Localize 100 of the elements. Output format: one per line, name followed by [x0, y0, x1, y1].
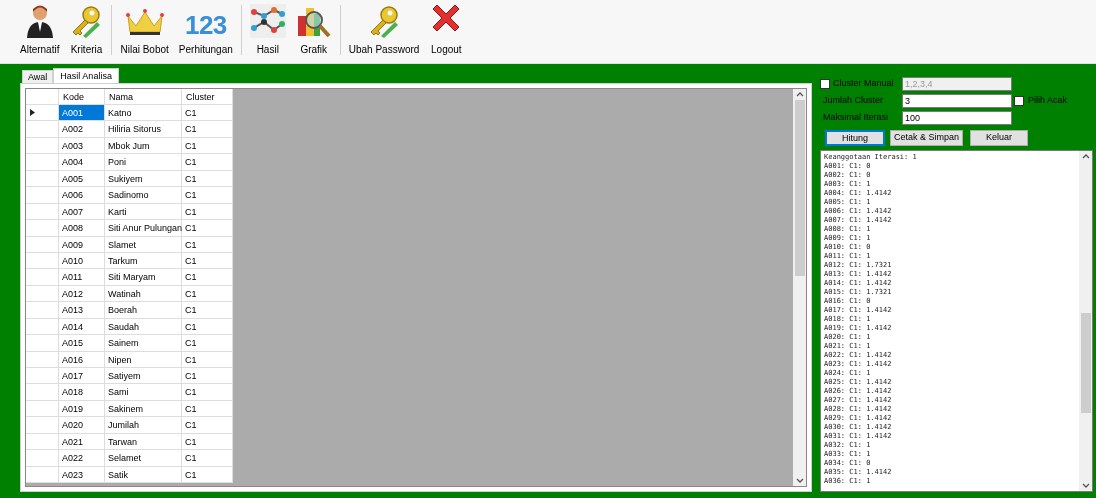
table-cell: C1	[182, 400, 233, 417]
checkbox[interactable]	[1014, 96, 1024, 106]
table-cell: Satiyem	[105, 368, 182, 384]
table-cell: Siti Anur Pulungan	[105, 220, 182, 236]
input-field[interactable]: 3	[902, 94, 1012, 108]
scrollbar[interactable]	[793, 89, 806, 486]
button[interactable]: Hitung	[825, 130, 885, 146]
network-graph-icon	[249, 4, 286, 38]
table-cell: C1	[182, 121, 233, 137]
toolbar-button[interactable]: Hasil	[247, 2, 288, 57]
scrollbar[interactable]	[1079, 151, 1092, 491]
scrollbar-thumb[interactable]	[794, 100, 805, 276]
field-label: Jumlah Cluster	[822, 94, 885, 108]
button[interactable]: Keluar	[970, 130, 1028, 146]
table-cell: A017	[59, 368, 105, 384]
table-cell: A021	[59, 433, 105, 450]
tab[interactable]: Hasil Analisa	[53, 68, 119, 83]
table-cell: Karti	[105, 203, 182, 220]
toolbar-button[interactable]: 123 Perhitungan	[176, 2, 235, 57]
table-cell: Boerah	[105, 302, 182, 318]
toolbar-button[interactable]: Grafik	[293, 2, 334, 57]
table-cell: C1	[182, 269, 233, 285]
table-cell: C1	[182, 318, 233, 335]
output-text-area[interactable]	[820, 150, 1093, 492]
table-cell: A003	[59, 137, 105, 154]
table-cell: A019	[59, 400, 105, 417]
toolbar-button[interactable]: Logout	[427, 0, 466, 57]
person-icon	[24, 4, 55, 38]
table-cell: Hiliria Sitorus	[105, 121, 182, 137]
scrollbar-thumb[interactable]	[1080, 313, 1091, 413]
table-cell: C1	[182, 384, 233, 400]
tab[interactable]: Awal	[22, 70, 54, 83]
table-cell: A010	[59, 252, 105, 269]
table-cell: C1	[182, 170, 233, 187]
table-cell: C1	[182, 285, 233, 302]
table-cell: A008	[59, 220, 105, 236]
table-cell: Tarwan	[105, 433, 182, 450]
toolbar-button[interactable]: Alternatif	[18, 2, 62, 57]
toolbar-button[interactable]: Kriteria	[67, 2, 106, 57]
table-cell: A009	[59, 236, 105, 252]
column-header[interactable]: Kode	[59, 89, 105, 104]
table-cell: A014	[59, 318, 105, 335]
table-cell: A022	[59, 450, 105, 466]
table-cell: Satik	[105, 466, 182, 483]
scroll-up-icon[interactable]	[1081, 154, 1090, 159]
table-cell: C1	[182, 187, 233, 203]
table-cell: C1	[182, 466, 233, 483]
numbers-icon: 123	[185, 12, 227, 38]
table-cell: A018	[59, 384, 105, 400]
table-cell: Sami	[105, 384, 182, 400]
table-cell: C1	[182, 417, 233, 433]
table-cell: Watinah	[105, 285, 182, 302]
table-cell: Sakinem	[105, 400, 182, 417]
table-cell: C1	[182, 137, 233, 154]
table-cell: A006	[59, 187, 105, 203]
table-cell: A001	[59, 105, 105, 121]
table-cell: A016	[59, 351, 105, 367]
crown-icon	[124, 8, 165, 38]
table-cell: Katno	[105, 105, 182, 121]
column-header[interactable]: Cluster	[182, 89, 233, 104]
table-cell: C1	[182, 236, 233, 252]
button[interactable]: Cetak & Simpan	[890, 130, 963, 146]
table-cell: A011	[59, 269, 105, 285]
scroll-down-icon[interactable]	[795, 478, 804, 483]
checkbox-label: Pilih Acak	[1028, 94, 1068, 108]
table-cell: Selamet	[105, 450, 182, 466]
table-cell: Saudah	[105, 318, 182, 335]
table-cell: A005	[59, 170, 105, 187]
table-cell: C1	[182, 368, 233, 384]
table-cell: A023	[59, 466, 105, 483]
table-cell: Mbok Jum	[105, 137, 182, 154]
scroll-up-icon[interactable]	[795, 92, 804, 97]
table-cell: Poni	[105, 154, 182, 170]
table-cell: A004	[59, 154, 105, 170]
row-pointer-icon	[30, 109, 35, 117]
table-cell: A012	[59, 285, 105, 302]
scroll-down-icon[interactable]	[1081, 483, 1090, 488]
input-field[interactable]: 100	[902, 111, 1012, 125]
field-label: Maksimal Iterasi	[822, 111, 889, 125]
table-cell: Sadinomo	[105, 187, 182, 203]
table-cell: C1	[182, 433, 233, 450]
table-cell: Jumilah	[105, 417, 182, 433]
column-header[interactable]: Nama	[105, 89, 182, 104]
table-cell: A020	[59, 417, 105, 433]
table-cell: C1	[182, 302, 233, 318]
table-cell: C1	[182, 154, 233, 170]
table-cell: A015	[59, 335, 105, 351]
table-cell: A002	[59, 121, 105, 137]
table-cell: C1	[182, 252, 233, 269]
table-cell: C1	[182, 203, 233, 220]
toolbar-button[interactable]: Ubah Password	[346, 2, 422, 57]
table-cell: C1	[182, 351, 233, 367]
table-cell: Nipen	[105, 351, 182, 367]
toolbar-button[interactable]: Nilai Bobot	[118, 2, 171, 57]
table-cell: Slamet	[105, 236, 182, 252]
table-cell: Tarkum	[105, 252, 182, 269]
table-cell: C1	[182, 105, 233, 121]
table-cell: C1	[182, 450, 233, 466]
table-cell: C1	[182, 335, 233, 351]
table-cell: Sukiyem	[105, 170, 182, 187]
